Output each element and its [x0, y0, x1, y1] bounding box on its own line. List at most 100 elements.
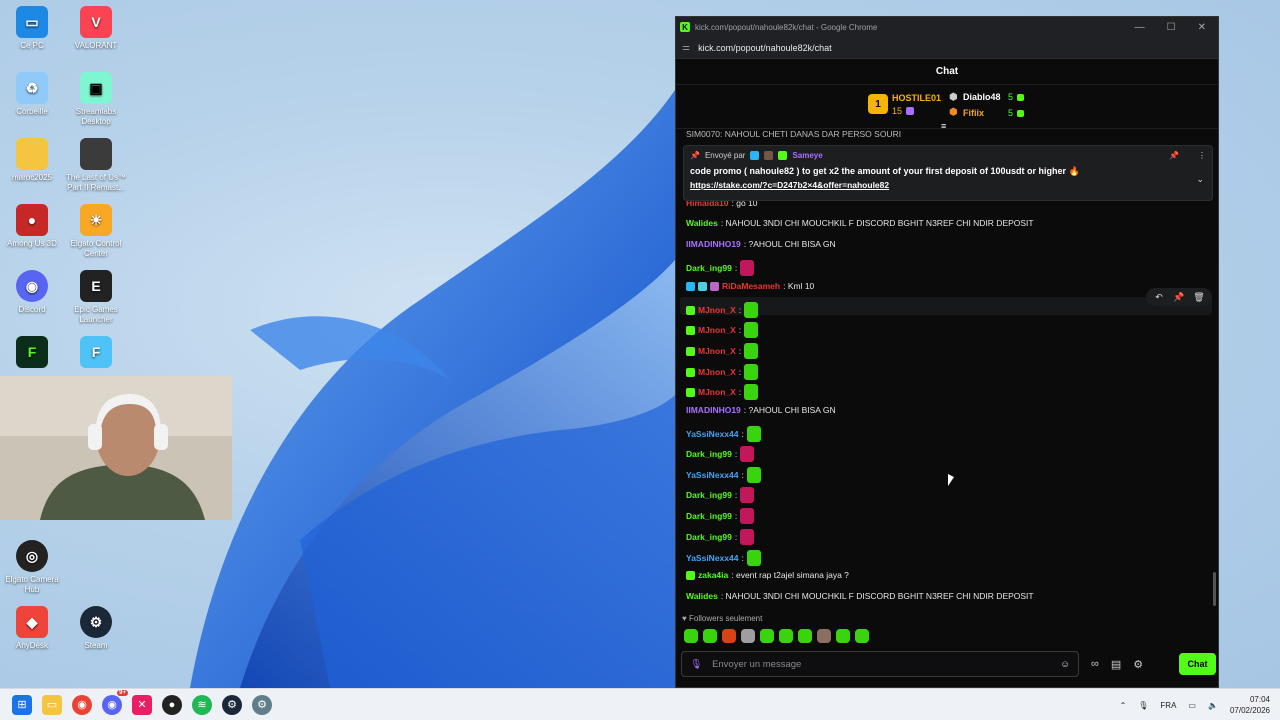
emote-button[interactable]: [722, 629, 736, 643]
chat-username[interactable]: YaSsiNexx44: [686, 553, 738, 563]
chat-username[interactable]: zaka4ia: [698, 570, 728, 580]
desktop-icon-fortnite[interactable]: F: [64, 336, 128, 371]
message-input[interactable]: 🎙 Envoyer un message ☺: [681, 651, 1079, 677]
send-chat-button[interactable]: Chat: [1179, 653, 1216, 675]
chat-username[interactable]: Dark_ing99: [686, 449, 732, 459]
site-settings-icon[interactable]: ⚌: [682, 42, 690, 53]
more-options-icon[interactable]: ⋮: [1198, 151, 1206, 160]
emote-button[interactable]: [741, 629, 755, 643]
chat-username[interactable]: YaSsiNexx44: [686, 429, 738, 439]
desktop-icon-fc25[interactable]: F: [0, 336, 64, 371]
followers-only-notice: ♥ Followers seulement: [682, 614, 762, 623]
chat-username[interactable]: Dark_ing99: [686, 263, 732, 273]
reply-icon[interactable]: ↶: [1150, 292, 1168, 303]
emote-button[interactable]: [703, 629, 717, 643]
desktop-icon-elgato-control[interactable]: ☀ Elgato Control Center: [64, 204, 128, 259]
message-text: :: [741, 553, 744, 563]
chat-message: YaSsiNexx44:: [686, 550, 761, 566]
desktop-icon-this-pc[interactable]: ▭ Ce PC: [0, 6, 64, 51]
delete-icon[interactable]: 🗑: [1190, 292, 1208, 303]
chat-emote: [744, 384, 759, 400]
leader-first-name: HOSTILE01: [892, 93, 942, 103]
message-text: : Kml 10: [783, 281, 815, 291]
desktop-icon-among-us[interactable]: ● Among Us 3D: [0, 204, 64, 249]
emote-button[interactable]: [817, 629, 831, 643]
message-text: :: [738, 325, 742, 335]
desktop-icon-tlou[interactable]: The Last of Us™ Part II Remast...: [64, 138, 128, 193]
chat-username[interactable]: MJnon_X: [698, 325, 736, 335]
chat-title: Chat: [935, 66, 959, 77]
chat-scrollbar[interactable]: [1213, 572, 1216, 606]
chat-emote: [740, 487, 755, 503]
emote-button[interactable]: [760, 629, 774, 643]
pin-message-icon[interactable]: 📌: [1170, 292, 1188, 303]
chat-emote: [740, 446, 755, 462]
kicks-icon[interactable]: ∞: [1091, 658, 1099, 670]
desktop-icon-anydesk[interactable]: ◆ AnyDesk: [0, 606, 64, 651]
anydesk-icon: ◆: [16, 606, 48, 638]
desktop-icon-discord[interactable]: ◉ Discord: [0, 270, 64, 315]
microphone-icon[interactable]: 🎙: [690, 659, 702, 670]
clock[interactable]: 07:04 07/02/2026: [1230, 694, 1270, 716]
file-explorer-icon[interactable]: ▭: [42, 694, 62, 715]
obs-icon[interactable]: ●: [162, 694, 182, 715]
maximize-button[interactable]: ☐: [1167, 22, 1176, 33]
discord-taskbar-icon[interactable]: ◉ 9+: [102, 689, 128, 715]
language-indicator[interactable]: FRA: [1160, 701, 1176, 710]
chat-username[interactable]: MJnon_X: [698, 305, 736, 315]
steam-taskbar-icon[interactable]: ⚙: [222, 694, 242, 715]
chat-message: Dark_ing99:: [686, 508, 755, 524]
settings-taskbar-icon[interactable]: ⚙: [252, 694, 272, 715]
chevron-up-icon[interactable]: ⌃: [1120, 701, 1127, 710]
chrome-icon[interactable]: ◉: [72, 694, 92, 715]
desktop-icon-elgato-camera[interactable]: ◎ Elgato Camera Hub: [0, 540, 64, 595]
spotify-icon[interactable]: ≋: [192, 694, 212, 715]
chat-message: zaka4ia: event rap t2ajel simana jaya ?: [686, 570, 849, 580]
network-icon[interactable]: ▭: [1188, 701, 1196, 710]
capcut-icon[interactable]: ✕: [132, 694, 152, 715]
close-button[interactable]: ✕: [1198, 22, 1206, 33]
pinned-link[interactable]: https://stake.com/?c=D247b2×4&offer=naho…: [690, 180, 1206, 190]
desktop-icon-label: Elgato Camera Hub: [5, 575, 59, 594]
emote-button[interactable]: [684, 629, 698, 643]
desktop-icon-folder[interactable]: maroc2025: [0, 138, 64, 183]
store-icon[interactable]: ▤: [1111, 658, 1121, 671]
unpin-icon[interactable]: 📌: [1169, 151, 1179, 160]
chat-username[interactable]: MJnon_X: [698, 367, 736, 377]
emote-button[interactable]: [836, 629, 850, 643]
desktop-icon-valorant[interactable]: V VALORANT: [64, 6, 128, 51]
emote-button[interactable]: [779, 629, 793, 643]
chat-username[interactable]: Walides: [686, 591, 718, 601]
desktop-icon-epic-games[interactable]: E Epic Games Launcher: [64, 270, 128, 325]
discord-icon: ◉: [16, 270, 48, 302]
chat-username[interactable]: Dark_ing99: [686, 511, 732, 521]
desktop-icon-streamlabs[interactable]: ▣ Streamlabs Desktop: [64, 72, 128, 127]
chat-username[interactable]: Dark_ing99: [686, 532, 732, 542]
minimize-button[interactable]: —: [1135, 22, 1145, 33]
chat-username[interactable]: YaSsiNexx44: [686, 470, 738, 480]
chat-username[interactable]: IIMADINHO19: [686, 405, 741, 415]
chat-username[interactable]: IIMADINHO19: [686, 239, 741, 249]
chat-username[interactable]: MJnon_X: [698, 346, 736, 356]
chat-username[interactable]: RiDaMesameh: [722, 281, 780, 291]
desktop-icon-label: Among Us 3D: [7, 239, 57, 248]
emote-button[interactable]: [798, 629, 812, 643]
desktop-icon-steam[interactable]: ⚙ Steam: [64, 606, 128, 651]
pinned-sender[interactable]: Sameye: [792, 151, 822, 160]
settings-gear-icon[interactable]: ⚙: [1133, 658, 1143, 671]
microphone-tray-icon[interactable]: 🎙: [1138, 701, 1148, 710]
webcam-overlay: [0, 376, 232, 520]
emoji-picker-icon[interactable]: ☺: [1060, 659, 1070, 670]
emote-button[interactable]: [855, 629, 869, 643]
desktop-icon-recycle-bin[interactable]: ♻ Corbeille: [0, 72, 64, 117]
chevron-down-icon[interactable]: ⌄: [1196, 174, 1204, 185]
chat-username[interactable]: Dark_ing99: [686, 490, 732, 500]
chat-username[interactable]: MJnon_X: [698, 387, 736, 397]
moderator-badge-icon: [750, 151, 760, 160]
address-bar[interactable]: ⚌ kick.com/popout/nahoule82k/chat: [676, 37, 1218, 59]
recycle-bin-icon: ♻: [16, 72, 48, 104]
desktop-icon-label: Streamlabs Desktop: [75, 107, 117, 126]
start-menu-icon[interactable]: ⊞: [12, 694, 32, 715]
volume-icon[interactable]: 🔈: [1208, 701, 1218, 710]
chat-username[interactable]: Walides: [686, 218, 718, 228]
